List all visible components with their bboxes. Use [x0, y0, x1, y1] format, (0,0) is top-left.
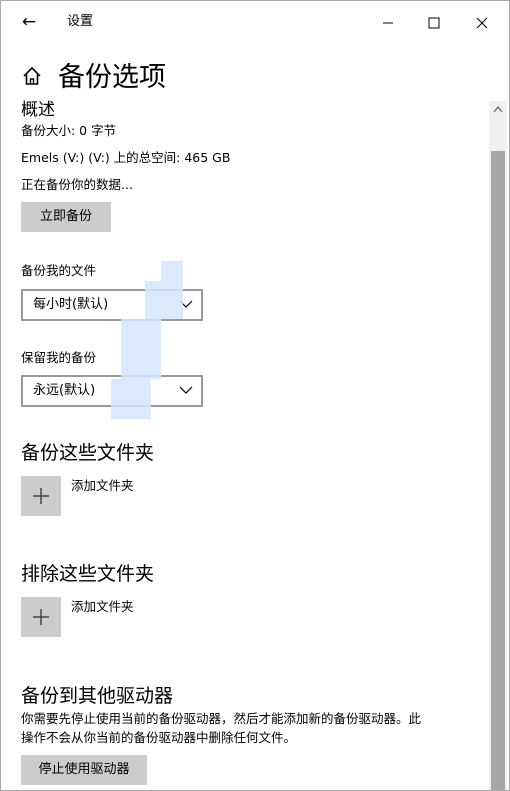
plus-icon — [33, 488, 49, 504]
title-bar: ← 设置 — [1, 1, 509, 43]
add-folder-exclude-label[interactable]: 添加文件夹 — [71, 598, 134, 616]
minimize-icon — [383, 22, 393, 23]
add-folder-include-button[interactable] — [21, 476, 61, 516]
close-button[interactable] — [459, 1, 505, 43]
pixelated-overlay — [111, 379, 151, 419]
page-title: 备份选项 — [58, 62, 166, 93]
keep-backups-label: 保留我的备份 — [21, 350, 97, 365]
other-drive-heading: 备份到其他驱动器 — [21, 685, 174, 707]
backup-frequency-value: 每小时(默认) — [33, 297, 109, 312]
plus-icon — [33, 609, 49, 625]
add-folder-exclude-button[interactable] — [21, 597, 61, 637]
stop-using-drive-button[interactable]: 停止使用驱动器 — [21, 755, 147, 785]
keep-backups-value: 永远(默认) — [33, 383, 96, 398]
backup-now-button[interactable]: 立即备份 — [21, 202, 111, 232]
close-icon — [476, 17, 488, 28]
maximize-button[interactable] — [411, 1, 457, 43]
exclude-folders-heading: 排除这些文件夹 — [21, 563, 155, 585]
add-folder-include-label[interactable]: 添加文件夹 — [71, 477, 134, 495]
scroll-up-arrow-icon[interactable] — [489, 101, 507, 119]
other-drive-description-1: 你需要先停止使用当前的备份驱动器，然后才能添加新的备份驱动器。此 — [21, 711, 422, 726]
back-arrow-icon[interactable]: ← — [15, 9, 43, 35]
pixelated-overlay — [161, 261, 183, 281]
scrollbar[interactable] — [489, 101, 507, 790]
window-title: 设置 — [67, 14, 94, 29]
minimize-button[interactable] — [365, 1, 411, 43]
home-icon[interactable] — [21, 65, 43, 87]
pixelated-overlay — [145, 281, 183, 319]
backup-size-text: 备份大小: 0 字节 — [21, 123, 117, 138]
other-drive-description-2: 操作不会从你当前的备份驱动器中删除任何文件。 — [21, 730, 297, 745]
include-folders-heading: 备份这些文件夹 — [21, 442, 155, 464]
settings-window: ← 设置 备份选项 概述 备份大小: 0 字节 Emels (V:) (V:) … — [0, 0, 510, 791]
scrollbar-thumb[interactable] — [491, 151, 505, 790]
chevron-down-icon — [179, 386, 193, 394]
pixelated-overlay — [121, 319, 161, 379]
backup-status-text: 正在备份你的数据... — [21, 177, 133, 192]
total-space-text: Emels (V:) (V:) 上的总空间: 465 GB — [21, 150, 231, 165]
backup-files-label: 备份我的文件 — [21, 263, 97, 278]
maximize-icon — [428, 17, 440, 28]
overview-heading: 概述 — [21, 100, 55, 120]
